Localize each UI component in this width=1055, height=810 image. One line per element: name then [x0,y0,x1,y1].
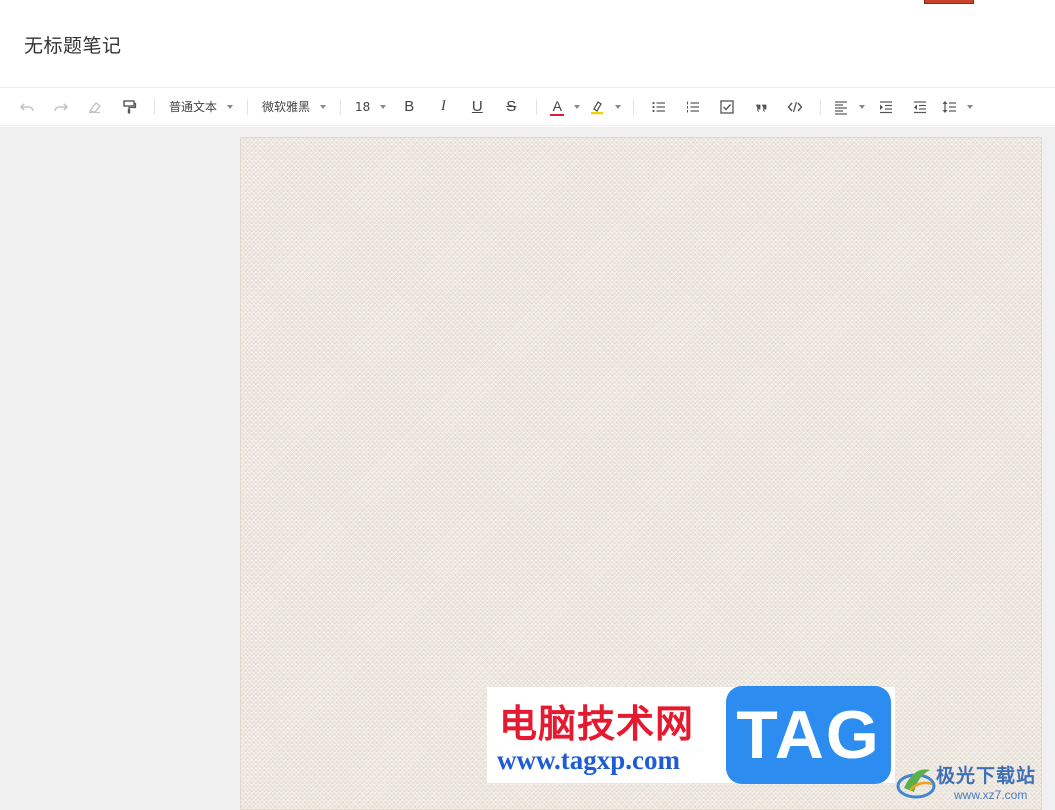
redo-icon[interactable] [44,94,78,120]
chevron-down-icon [320,104,327,109]
indent-increase-icon[interactable] [869,94,903,120]
chevron-down-icon [859,104,866,109]
font-family-label: 微软雅黑 [262,100,311,114]
bullet-list-icon[interactable] [642,94,676,120]
bold-button[interactable]: B [392,94,426,120]
eraser-icon[interactable] [78,94,112,120]
site-watermark: 极光下载站 www.xz7.com [896,756,1052,808]
format-painter-icon[interactable] [112,94,146,120]
note-header: 无标题笔记 [0,0,1055,88]
numbered-list-icon[interactable] [676,94,710,120]
underline-button[interactable]: U [460,94,494,120]
chevron-down-icon [574,104,581,109]
font-color-icon: A [550,97,565,116]
font-color-swatch [550,113,565,116]
line-height-icon [942,100,957,113]
font-color-letter: A [552,97,562,114]
strikethrough-button[interactable]: S [494,94,528,120]
toolbar-divider [536,98,538,115]
site-url: www.xz7.com [954,788,1028,802]
note-title[interactable]: 无标题笔记 [24,31,122,58]
top-accent-tab[interactable] [924,0,974,4]
chevron-down-icon [227,104,234,109]
paragraph-style-dropdown[interactable]: 普通文本 [163,94,239,120]
font-color-button[interactable]: A [545,94,585,120]
watermark-url: www.tagxp.com [497,745,680,775]
chevron-down-icon [380,104,387,109]
formatting-toolbar: 普通文本 微软雅黑 18 B I U S A [0,88,1055,126]
bold-icon: B [404,98,415,115]
font-size-dropdown[interactable]: 18 [349,94,392,120]
highlight-color-button[interactable] [585,94,625,120]
site-logo-icon [896,769,936,799]
line-height-dropdown[interactable] [937,94,977,120]
watermark-title: 电脑技术网 [499,702,695,746]
note-editor-window: 无标题笔记 普通文本 微软雅黑 18 B I U S A 电脑技术网 www.t… [0,0,1055,810]
font-size-label: 18 [355,99,371,114]
highlighter-icon [591,100,604,114]
quote-icon[interactable] [744,94,778,120]
undo-icon[interactable] [10,94,44,120]
font-family-dropdown[interactable]: 微软雅黑 [256,94,332,120]
toolbar-divider [820,98,822,115]
paragraph-style-label: 普通文本 [169,100,218,114]
italic-button[interactable]: I [426,94,460,120]
checkbox-list-icon[interactable] [710,94,744,120]
chevron-down-icon [967,104,974,109]
align-left-icon [835,100,848,115]
toolbar-divider [154,98,155,115]
strikethrough-icon: S [506,98,517,115]
indent-decrease-icon[interactable] [903,94,937,120]
watermark-logo: 电脑技术网 www.tagxp.com TAG [487,686,895,784]
underline-icon: U [471,98,483,115]
code-icon[interactable] [778,94,812,120]
chevron-down-icon [615,104,622,109]
toolbar-divider [633,98,635,115]
toolbar-divider [247,98,249,115]
watermark-tag-badge: TAG [726,686,891,784]
align-dropdown[interactable] [829,94,869,120]
toolbar-divider [340,98,342,115]
italic-icon: I [440,98,446,114]
site-name: 极光下载站 [936,765,1037,787]
